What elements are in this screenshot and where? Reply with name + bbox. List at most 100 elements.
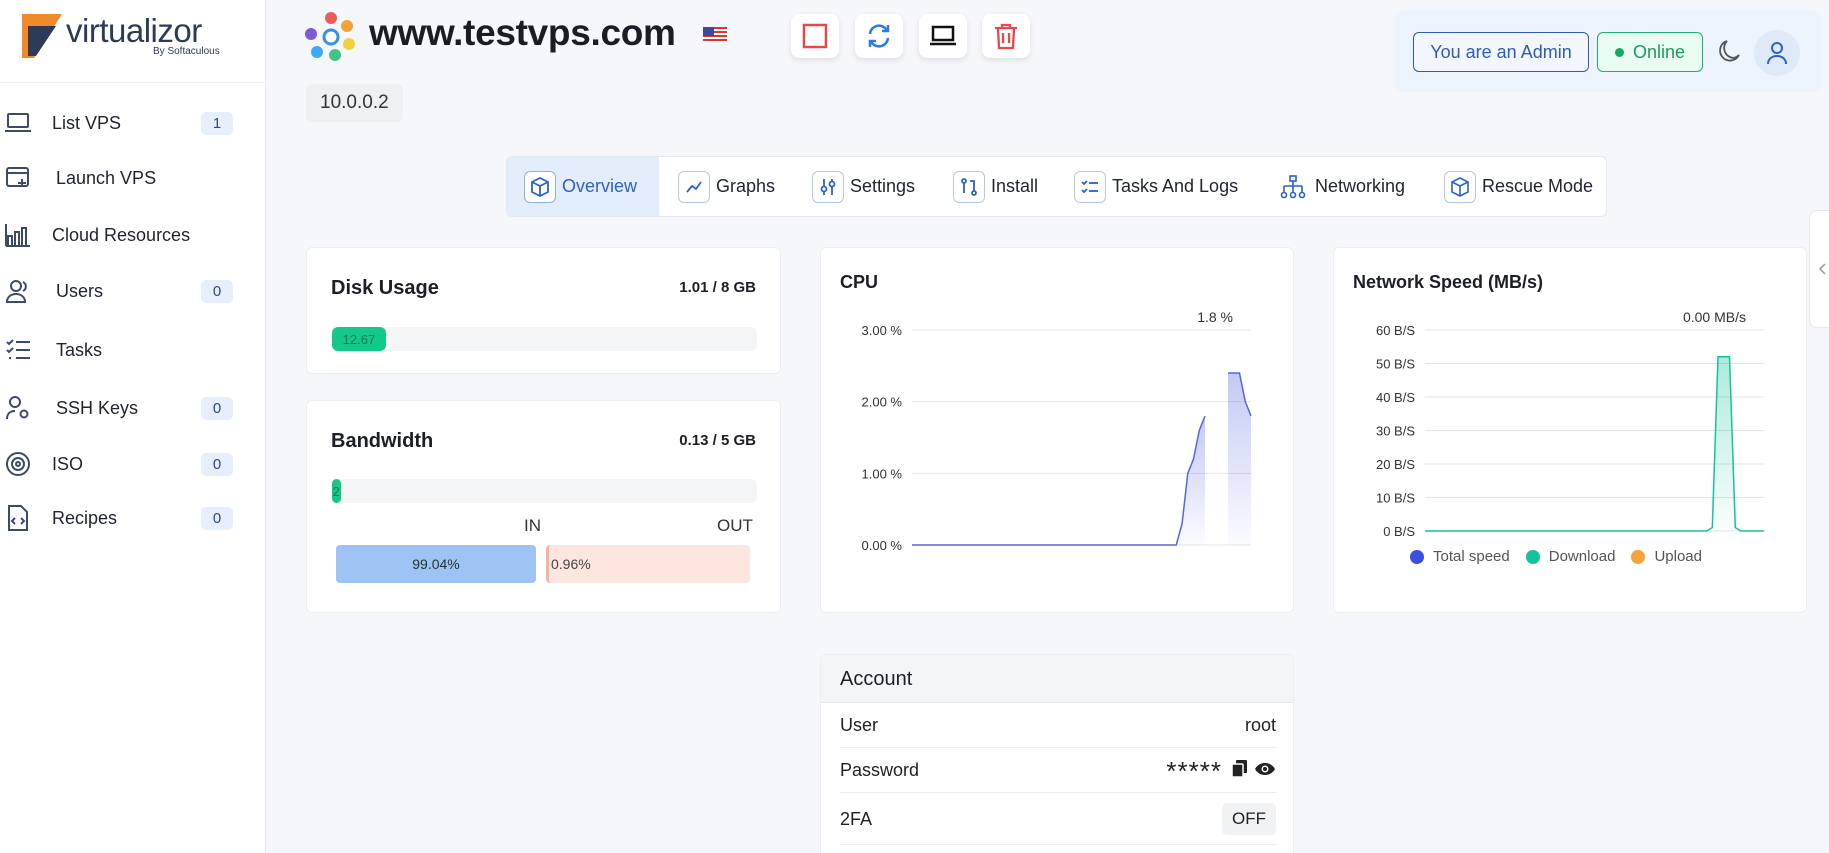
delete-button[interactable]	[982, 14, 1030, 58]
disk-usage-progress: 12.67	[332, 327, 757, 351]
sidebar-item-recipes[interactable]: Recipes 0	[0, 498, 266, 538]
series-line	[912, 415, 1206, 546]
legend-swatch	[1525, 549, 1540, 564]
sidebar-item-label: List VPS	[52, 112, 122, 133]
user-avatar-button[interactable]	[1754, 30, 1800, 76]
count-badge: 0	[201, 396, 233, 420]
laptop-icon	[4, 109, 32, 137]
y-tick-label: 0 B/S	[1383, 524, 1415, 539]
sidebar-item-iso[interactable]: ISO 0	[0, 444, 266, 484]
tab-tasks-and-logs[interactable]: Tasks And Logs	[1074, 157, 1238, 216]
stop-icon	[802, 23, 828, 49]
disk-usage-value: 1.01 / 8 GB	[679, 279, 756, 296]
account-header: Account	[821, 655, 1293, 703]
tab-install[interactable]: Install	[953, 157, 1038, 216]
account-value: root	[1244, 715, 1276, 735]
tab-label: Networking	[1315, 176, 1406, 196]
git-compare-icon	[953, 170, 985, 203]
copy-icon[interactable]	[1232, 760, 1248, 778]
vps-hostname: www.testvps.com	[369, 12, 676, 53]
y-tick-label: 40 B/S	[1376, 390, 1415, 405]
tab-rescue-mode[interactable]: Rescue Mode	[1444, 157, 1593, 216]
delete-icon	[995, 23, 1017, 50]
user-icon	[1767, 42, 1787, 65]
legend-label: Download	[1548, 548, 1616, 565]
bandwidth-value: 0.13 / 5 GB	[679, 432, 756, 449]
restart-button[interactable]	[855, 14, 903, 58]
account-row-user: User root	[840, 703, 1276, 748]
user-key-icon	[4, 394, 32, 422]
vps-tabs: Overview Graphs Settings Install Tasks A…	[506, 156, 1607, 217]
y-tick-label: 3.00 %	[862, 323, 903, 338]
us-flag-icon	[703, 27, 727, 43]
cpu-chart: 3.00 % 2.00 % 1.00 % 0.00 % 1.8 %	[862, 309, 1252, 553]
sidebar-item-tasks[interactable]: Tasks	[0, 330, 266, 370]
sidebar-item-launch-vps[interactable]: Launch VPS	[0, 158, 266, 198]
sidebar-item-label: SSH Keys	[56, 397, 139, 418]
host-logo-icon	[305, 12, 355, 61]
y-tick-label: 60 B/S	[1376, 323, 1415, 338]
virtualizor-logo[interactable]: virtualizor By Softaculous	[0, 0, 265, 83]
y-tick-label: 2.00 %	[862, 395, 903, 410]
tab-settings[interactable]: Settings	[812, 157, 915, 216]
show-password-icon[interactable]	[1254, 762, 1276, 776]
sidebar-item-label: Launch VPS	[56, 167, 157, 188]
network-icon	[1277, 170, 1309, 203]
sidebar: virtualizor By Softaculous List VPS 1 La…	[0, 0, 266, 853]
account-row-2fa: 2FA OFF	[840, 793, 1276, 845]
network-speed-card: Network Speed (MB/s) 60 B/S 50 B/S 40 B/S 3…	[1333, 247, 1807, 613]
dark-mode-icon[interactable]	[1716, 38, 1742, 64]
bandwidth-out-bar: 0.96%	[546, 545, 750, 583]
legend-upload[interactable]: Upload	[1631, 548, 1702, 565]
sidebar-item-users[interactable]: Users 0	[0, 271, 266, 311]
task-list-icon	[1074, 170, 1106, 203]
sliders-icon	[812, 170, 844, 203]
password-masked: *****	[1166, 756, 1222, 786]
chevron-left-icon	[1818, 263, 1826, 275]
legend-swatch	[1631, 549, 1646, 564]
legend-download[interactable]: Download	[1525, 548, 1616, 565]
series-line	[1425, 356, 1764, 532]
legend-total-speed[interactable]: Total speed	[1410, 548, 1510, 565]
account-key: 2FA	[840, 809, 873, 829]
bandwidth-fill: 2	[332, 479, 341, 503]
tab-networking[interactable]: Networking	[1277, 157, 1405, 216]
bandwidth-title: Bandwidth	[331, 430, 434, 452]
console-icon	[930, 25, 956, 46]
two-factor-status[interactable]: OFF	[1222, 803, 1276, 835]
box-icon	[1444, 170, 1476, 203]
tab-label: Overview	[562, 176, 638, 196]
y-tick-label: 30 B/S	[1376, 424, 1415, 439]
y-tick-label: 20 B/S	[1376, 457, 1415, 472]
y-tick-label: 1.00 %	[862, 466, 903, 481]
current-value-label: 0.00 MB/s	[1683, 309, 1746, 325]
bandwidth-progress: 2	[332, 479, 757, 503]
network-legend: Total speed Download Upload	[1410, 548, 1718, 565]
code-file-icon	[4, 504, 32, 532]
series-area	[1228, 373, 1251, 545]
tab-label: Tasks And Logs	[1112, 176, 1239, 196]
stop-button[interactable]	[791, 14, 839, 58]
users-icon	[4, 277, 32, 305]
sidebar-item-label: ISO	[52, 453, 84, 474]
admin-badge[interactable]: You are an Admin	[1413, 32, 1589, 72]
tab-label: Settings	[850, 176, 916, 196]
account-key: User	[840, 715, 879, 735]
online-status-badge[interactable]: Online	[1597, 32, 1703, 72]
sidebar-item-list-vps[interactable]: List VPS 1	[0, 103, 266, 143]
tab-overview[interactable]: Overview	[507, 157, 659, 216]
bandwidth-out-label: OUT	[717, 516, 753, 535]
sidebar-item-ssh-keys[interactable]: SSH Keys 0	[0, 388, 266, 428]
brand-sub: By Softaculous	[153, 46, 220, 57]
disk-usage-fill: 12.67	[332, 327, 386, 351]
collapse-panel-handle[interactable]	[1809, 210, 1829, 328]
y-tick-label: 10 B/S	[1376, 491, 1415, 506]
sidebar-item-cloud-resources[interactable]: Cloud Resources	[0, 215, 266, 255]
disc-icon	[4, 450, 32, 478]
legend-swatch	[1410, 549, 1424, 564]
console-button[interactable]	[919, 14, 967, 58]
tab-label: Rescue Mode	[1482, 176, 1594, 196]
vps-ip-address: 10.0.0.2	[306, 84, 403, 122]
tab-graphs[interactable]: Graphs	[678, 157, 775, 216]
sidebar-item-label: Users	[56, 280, 104, 301]
